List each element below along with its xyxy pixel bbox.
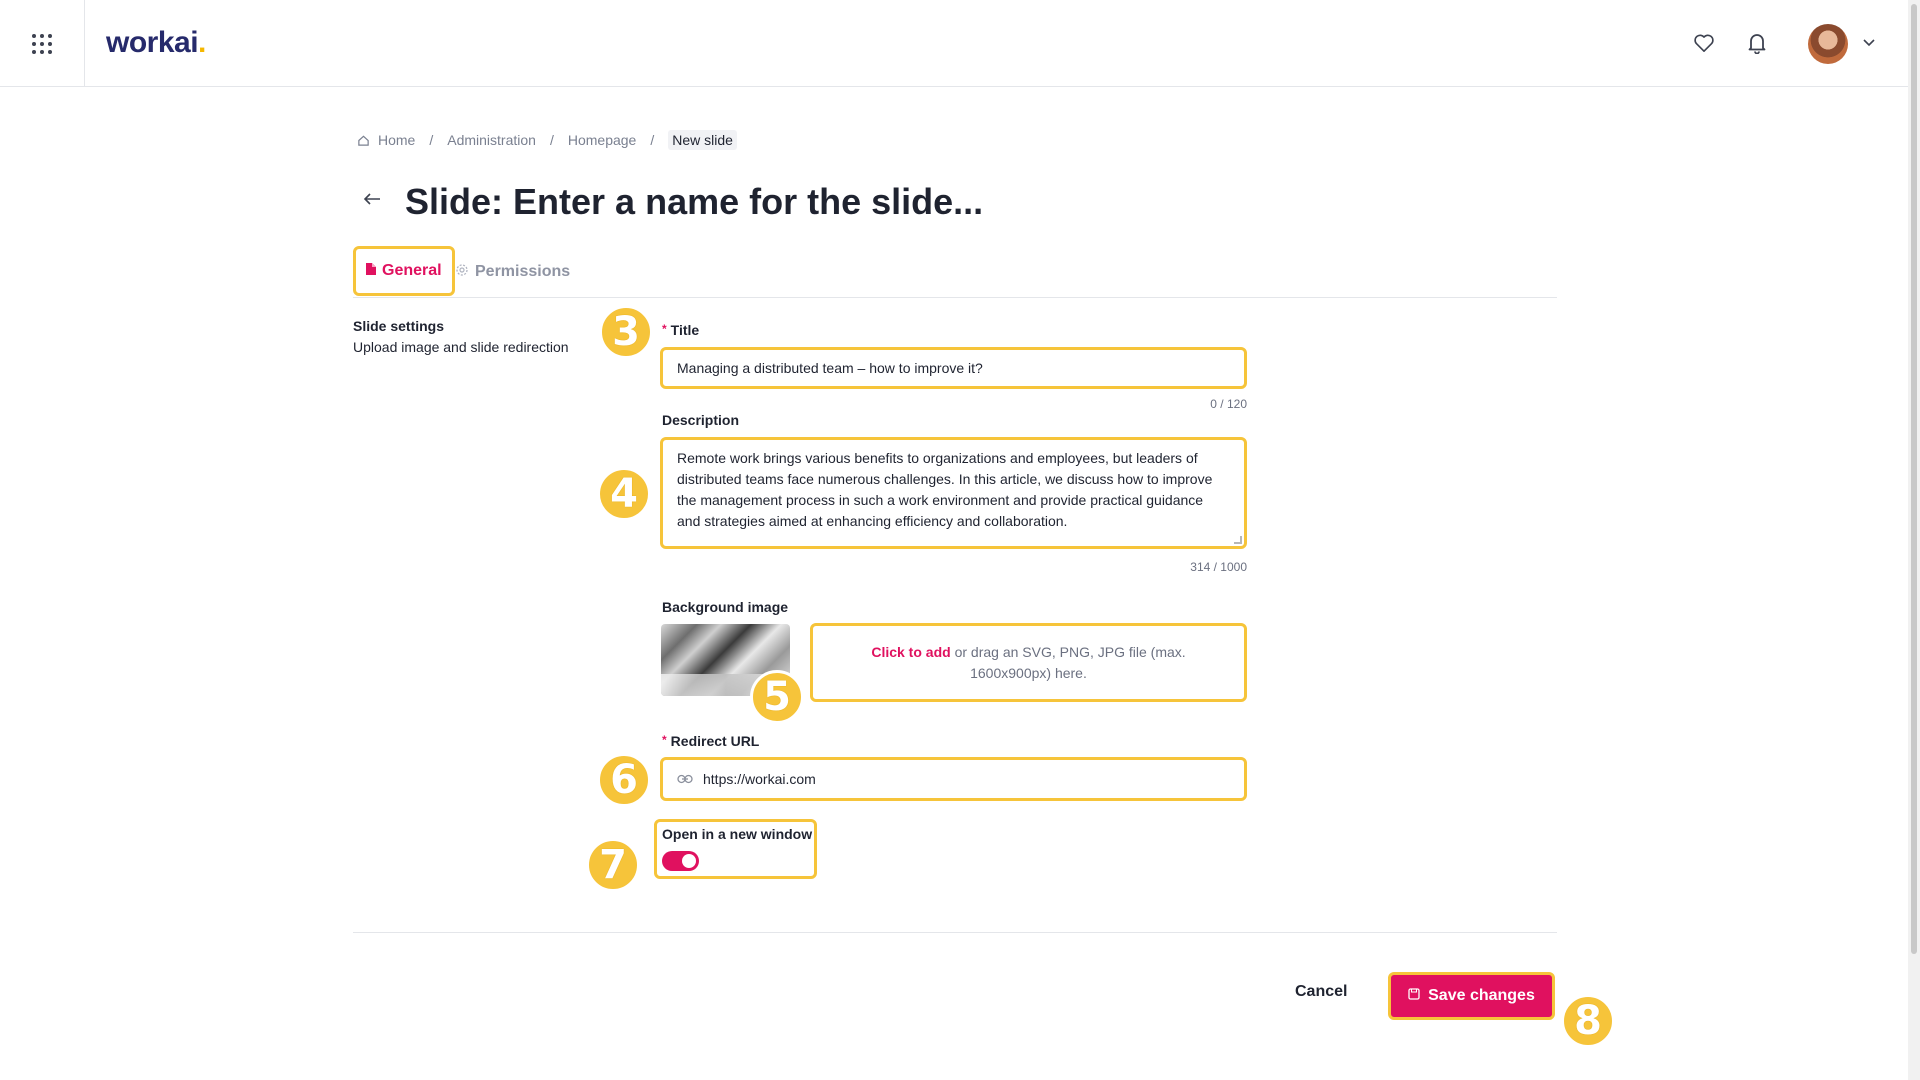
cancel-button[interactable]: Cancel [1295,983,1347,1001]
page-scrollbar[interactable] [1908,0,1920,1080]
scroll-thumb[interactable] [1911,4,1917,954]
page-title-name: Enter a name for the slide... [513,181,984,222]
avatar[interactable] [1808,24,1848,64]
tab-permissions-label: Permissions [475,263,571,280]
workai-logo[interactable]: workai. [106,26,206,60]
redirect-url-label-text: Redirect URL [670,733,760,749]
new-window-setting: Open in a new window [654,819,817,879]
document-icon [366,262,376,280]
step-badge-6: 6 [597,753,651,807]
breadcrumb-administration[interactable]: Administration [447,132,536,148]
bell-icon[interactable] [1745,31,1769,55]
tab-permissions[interactable]: Permissions [455,248,570,296]
description-counter: 314 / 1000 [1190,560,1247,574]
new-window-toggle[interactable] [662,851,699,871]
save-button[interactable]: Save changes [1388,972,1555,1020]
step-badge-8: 8 [1561,994,1615,1048]
footer-divider [353,932,1557,933]
heart-icon[interactable] [1692,31,1716,55]
dropzone-hint: or drag an SVG, PNG, JPG file (max. 1600… [950,643,1186,681]
settings-icon [455,263,469,282]
apps-grid-icon [32,33,52,54]
title-input-value: Managing a distributed team – how to imp… [677,360,983,376]
redirect-url-label: * Redirect URL [662,733,759,749]
required-marker: * [662,322,667,336]
tab-bar: General Permissions [353,246,1557,298]
page-title: Slide: Enter a name for the slide... [405,181,983,223]
step-badge-7: 7 [586,838,640,892]
title-counter: 0 / 120 [1210,397,1247,411]
home-icon [357,134,370,147]
new-window-label: Open in a new window [662,826,813,842]
chevron-down-icon[interactable] [1862,35,1876,54]
dropzone-text: Click to add or drag an SVG, PNG, JPG fi… [853,642,1204,684]
breadcrumb-separator: / [429,132,434,148]
title-input[interactable]: Managing a distributed team – how to imp… [660,347,1247,389]
back-arrow-icon[interactable] [362,191,382,212]
tab-general-label: General [382,262,442,279]
resize-handle[interactable] [1234,536,1242,544]
image-dropzone[interactable]: Click to add or drag an SVG, PNG, JPG fi… [810,623,1247,702]
title-label: * Title [662,322,699,338]
redirect-url-value: https://workai.com [703,771,816,787]
breadcrumb-current: New slide [668,130,737,150]
step-badge-5: 5 [750,670,804,724]
description-value: Remote work brings various benefits to o… [677,450,1213,529]
toggle-knob [682,854,696,868]
title-label-text: Title [670,322,700,338]
click-to-add-link[interactable]: Click to add [871,644,950,660]
redirect-url-input[interactable]: https://workai.com [660,757,1247,801]
required-marker: * [662,733,667,747]
page-title-prefix: Slide: [405,181,504,222]
description-textarea[interactable]: Remote work brings various benefits to o… [660,437,1247,549]
breadcrumb-homepage[interactable]: Homepage [568,132,637,148]
tab-general[interactable]: General [353,246,455,296]
apps-launcher-button[interactable] [0,0,85,87]
breadcrumb: Home / Administration / Homepage / New s… [357,130,737,150]
breadcrumb-separator: / [650,132,655,148]
link-icon [677,771,693,787]
breadcrumb-home[interactable]: Home [378,132,415,148]
background-image-label: Background image [662,599,789,615]
step-badge-4: 4 [597,467,651,521]
section-title: Slide settings [353,318,445,334]
description-label: Description [662,412,740,428]
top-bar: workai. [0,0,1908,87]
save-button-label: Save changes [1428,987,1535,1004]
step-badge-3: 3 [599,305,653,359]
save-icon [1408,987,1420,1005]
breadcrumb-separator: / [549,132,554,148]
section-subtitle: Upload image and slide redirection [353,339,569,355]
